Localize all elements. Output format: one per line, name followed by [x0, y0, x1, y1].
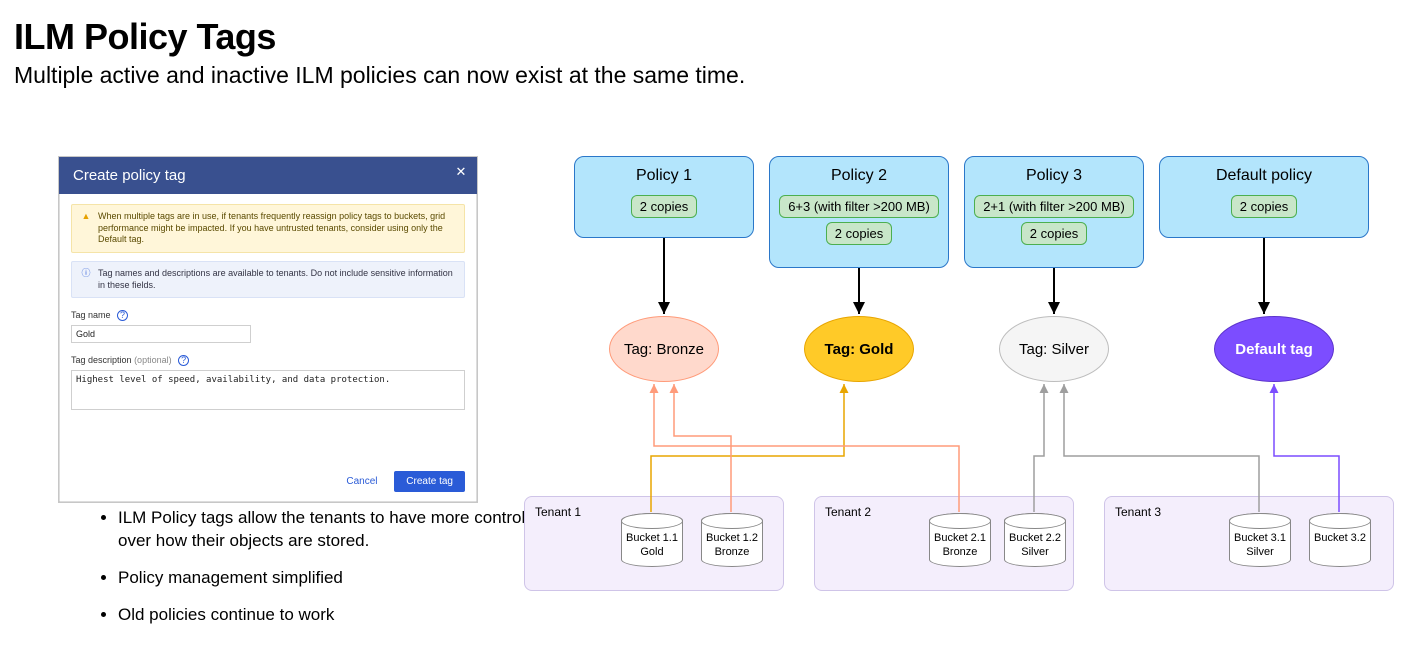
- tag-description-label: Tag description (optional) ?: [71, 355, 189, 365]
- modal-header: Create policy tag ✕: [59, 157, 477, 194]
- close-icon[interactable]: ✕: [453, 165, 469, 181]
- bucket-label: Bucket 3.2: [1310, 532, 1370, 546]
- bucket-icon: Bucket 2.1Bronze: [929, 513, 991, 567]
- bucket-icon: Bucket 1.2Bronze: [701, 513, 763, 567]
- alert-info-text: Tag names and descriptions are available…: [98, 268, 456, 291]
- bucket-node: Bucket 3.1Silver: [1225, 513, 1295, 569]
- policy-rule-chip: 2 copies: [1021, 222, 1087, 245]
- bucket-node: Bucket 3.2: [1305, 513, 1375, 569]
- policy-rule-chip: 2 copies: [826, 222, 892, 245]
- help-icon[interactable]: ?: [178, 355, 189, 366]
- tag-name-label-text: Tag name: [71, 310, 111, 320]
- tag-name-input[interactable]: [71, 325, 251, 343]
- bullet-item: Old policies continue to work: [118, 604, 538, 627]
- tag-description-optional: (optional): [134, 355, 172, 365]
- policy-rule-chip: 2 copies: [1231, 195, 1297, 218]
- policy-node-2: Policy 2 6+3 (with filter >200 MB) 2 cop…: [769, 156, 949, 268]
- policy-node-1: Policy 1 2 copies: [574, 156, 754, 238]
- tag-node-gold: Tag: Gold: [804, 316, 914, 382]
- tag-node-default: Default tag: [1214, 316, 1334, 382]
- policy-title: Policy 2: [776, 167, 942, 185]
- bucket-icon: Bucket 3.1Silver: [1229, 513, 1291, 567]
- alert-warning-text: When multiple tags are in use, if tenant…: [98, 211, 456, 246]
- policy-rule-chip: 6+3 (with filter >200 MB): [779, 195, 939, 218]
- policy-node-default: Default policy 2 copies: [1159, 156, 1369, 238]
- policy-node-3: Policy 3 2+1 (with filter >200 MB) 2 cop…: [964, 156, 1144, 268]
- bucket-node: Bucket 2.1Bronze: [925, 513, 995, 569]
- policy-rule-chip: 2+1 (with filter >200 MB): [974, 195, 1134, 218]
- tenant-node-1: Tenant 1 Bucket 1.1Gold Bucket 1.2Bronze: [524, 496, 784, 591]
- bucket-icon: Bucket 3.2: [1309, 513, 1371, 567]
- tag-name-label: Tag name ?: [71, 310, 128, 320]
- bucket-label: Bucket 1.1Gold: [622, 532, 682, 560]
- bucket-label: Bucket 2.2Silver: [1005, 532, 1065, 560]
- info-icon: ⓘ: [80, 268, 92, 291]
- warning-icon: ▲: [80, 211, 92, 246]
- bucket-label: Bucket 2.1Bronze: [930, 532, 990, 560]
- help-icon[interactable]: ?: [117, 310, 128, 321]
- page-subtitle: Multiple active and inactive ILM policie…: [14, 62, 1388, 89]
- bucket-icon: Bucket 2.2Silver: [1004, 513, 1066, 567]
- tag-node-silver: Tag: Silver: [999, 316, 1109, 382]
- policy-rule-chip: 2 copies: [631, 195, 697, 218]
- feature-bullets: ILM Policy tags allow the tenants to hav…: [78, 507, 538, 641]
- policy-title: Default policy: [1166, 167, 1362, 185]
- policy-title: Policy 1: [581, 167, 747, 185]
- tenant-label: Tenant 1: [535, 505, 581, 519]
- tag-node-bronze: Tag: Bronze: [609, 316, 719, 382]
- tag-description-label-text: Tag description: [71, 355, 132, 365]
- cancel-button[interactable]: Cancel: [346, 476, 377, 487]
- create-policy-tag-modal: Create policy tag ✕ ▲ When multiple tags…: [58, 156, 478, 503]
- bucket-node: Bucket 2.2Silver: [1000, 513, 1070, 569]
- alert-info: ⓘ Tag names and descriptions are availab…: [71, 261, 465, 298]
- bucket-node: Bucket 1.1Gold: [617, 513, 687, 569]
- bucket-icon: Bucket 1.1Gold: [621, 513, 683, 567]
- bullet-item: ILM Policy tags allow the tenants to hav…: [118, 507, 538, 553]
- bucket-label: Bucket 3.1Silver: [1230, 532, 1290, 560]
- tenant-label: Tenant 3: [1115, 505, 1161, 519]
- tenant-node-3: Tenant 3 Bucket 3.1Silver Bucket 3.2: [1104, 496, 1394, 591]
- bucket-label: Bucket 1.2Bronze: [702, 532, 762, 560]
- policy-tag-diagram: Policy 1 2 copies Policy 2 6+3 (with fil…: [574, 156, 1394, 646]
- bullet-item: Policy management simplified: [118, 567, 538, 590]
- page-title: ILM Policy Tags: [14, 18, 1388, 56]
- alert-warning: ▲ When multiple tags are in use, if tena…: [71, 204, 465, 253]
- tenant-label: Tenant 2: [825, 505, 871, 519]
- create-tag-button[interactable]: Create tag: [394, 471, 465, 492]
- tenant-node-2: Tenant 2 Bucket 2.1Bronze Bucket 2.2Silv…: [814, 496, 1074, 591]
- policy-title: Policy 3: [971, 167, 1137, 185]
- modal-title: Create policy tag: [73, 167, 186, 184]
- tag-description-input[interactable]: Highest level of speed, availability, an…: [71, 370, 465, 410]
- bucket-node: Bucket 1.2Bronze: [697, 513, 767, 569]
